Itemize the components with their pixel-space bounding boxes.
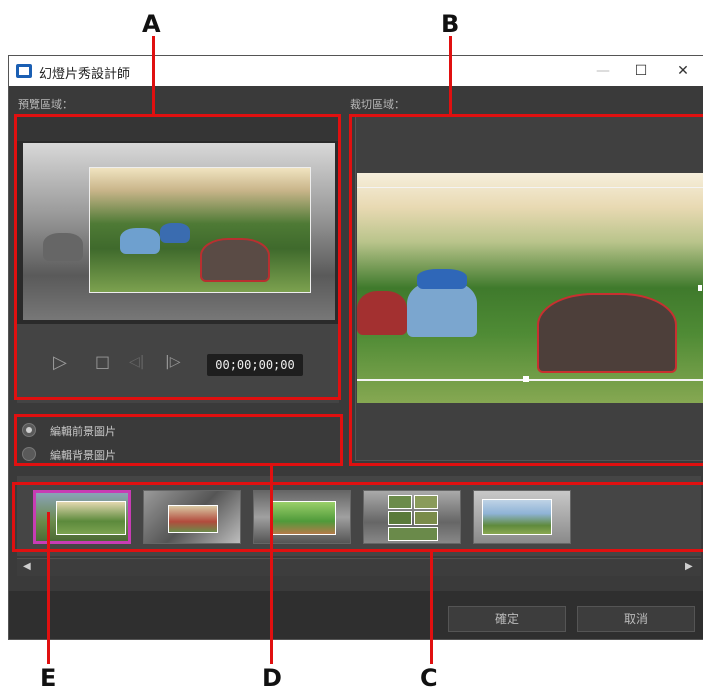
- ok-button[interactable]: 確定: [448, 606, 566, 632]
- callout-box-b: [349, 114, 703, 466]
- preview-area-label: 預覽區域：: [18, 98, 73, 111]
- window-title: 幻燈片秀設計師: [39, 67, 131, 82]
- callout-b: B: [441, 10, 460, 38]
- cancel-button[interactable]: 取消: [577, 606, 695, 632]
- callout-box-d: [14, 414, 343, 466]
- callout-d: D: [262, 664, 282, 692]
- app-icon: [16, 64, 32, 78]
- leader-line-d: [270, 466, 273, 664]
- scroll-right-icon[interactable]: ▶: [685, 561, 693, 572]
- callout-c: C: [420, 664, 438, 692]
- minimize-button[interactable]: —: [591, 60, 615, 82]
- scroll-left-icon[interactable]: ◀: [23, 561, 31, 572]
- dialog-footer: 確定 取消: [9, 591, 703, 639]
- maximize-button[interactable]: ☐: [629, 60, 653, 82]
- leader-line-a: [152, 36, 155, 114]
- callout-box-c: [12, 482, 703, 552]
- leader-line-c: [430, 552, 433, 664]
- title-bar: 幻燈片秀設計師 — ☐ ✕: [9, 56, 703, 86]
- callout-a: A: [142, 10, 161, 38]
- callout-box-a: [14, 114, 341, 400]
- leader-line-e: [47, 512, 50, 664]
- thumbnail-scrollbar[interactable]: ◀ ▶: [17, 558, 701, 576]
- leader-line-b: [449, 36, 452, 114]
- crop-area-label: 裁切區域：: [350, 98, 405, 111]
- callout-e: E: [40, 664, 57, 692]
- close-button[interactable]: ✕: [671, 60, 695, 82]
